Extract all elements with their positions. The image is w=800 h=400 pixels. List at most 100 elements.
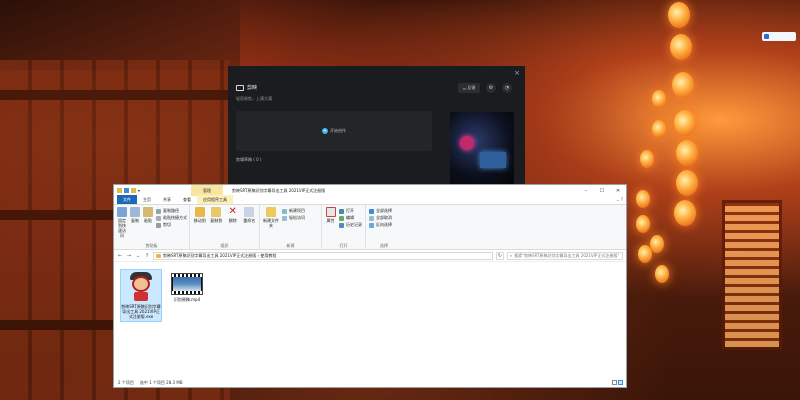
cut-button[interactable]: 剪切: [156, 222, 187, 228]
lantern-icon: [636, 215, 650, 233]
window-title: 剪映SRT原稿识别字幕导出工具 2021VIP正式注册版: [232, 188, 326, 193]
properties-icon: [325, 207, 336, 217]
feedback-button[interactable]: ▭ 反馈: [458, 83, 480, 93]
group-label-organize: 组织: [220, 243, 229, 248]
tab-home[interactable]: 主页: [137, 195, 157, 204]
new-item-button[interactable]: 新建项目: [282, 208, 305, 214]
edit-button[interactable]: 编辑: [339, 215, 362, 221]
item-count: 2 个项目: [118, 379, 134, 385]
back-arrow-icon[interactable]: ←: [117, 253, 123, 259]
details-view-icon[interactable]: [612, 380, 617, 385]
select-all-button[interactable]: 全部选择: [369, 208, 392, 214]
account-icon[interactable]: ◔: [502, 83, 512, 93]
invert-selection-icon: [369, 222, 374, 228]
help-icon[interactable]: ⌄ ?: [616, 197, 623, 202]
start-create-button[interactable]: + 开始创作: [236, 111, 432, 151]
open-icon: [339, 208, 344, 214]
app-brand: 剪映: [236, 84, 257, 91]
select-all-label: 全部选择: [376, 208, 392, 213]
new-folder-icon[interactable]: [131, 188, 136, 193]
recent-chevron-icon[interactable]: ⌄: [135, 253, 141, 259]
lantern-icon: [652, 120, 666, 138]
address-bar: ← → ⌄ ↑ 剪映SRT原稿识别字幕导出工具 2021VIP正式注册版 › 使…: [114, 250, 626, 262]
video-file-icon: [171, 273, 203, 295]
promo-thumbnail[interactable]: [450, 112, 514, 184]
qat-dropdown-icon[interactable]: ▾: [138, 188, 140, 193]
path-box[interactable]: 剪映SRT原稿识别字幕导出工具 2021VIP正式注册版 › 使用教程: [153, 251, 493, 260]
ribbon: 固定到快速访问 复制 粘贴 复制路径 粘贴快捷方式 剪切 剪贴板 移动到 复制到…: [114, 205, 626, 250]
history-button[interactable]: 历史记录: [339, 222, 362, 228]
lantern-icon: [638, 245, 652, 263]
open-button[interactable]: 打开: [339, 208, 362, 214]
easy-access-button[interactable]: 轻松访问: [282, 215, 305, 221]
lantern-icon: [676, 170, 698, 196]
lantern-icon: [636, 190, 650, 208]
copy-to-icon: [211, 207, 222, 217]
copy-path-label: 复制路径: [163, 208, 179, 213]
search-box[interactable]: ⌕ 搜索"剪映SRT原稿识别字幕导出工具 2021VIP正式注册版": [507, 251, 623, 260]
lantern-icon: [655, 265, 669, 283]
select-all-icon: [369, 208, 374, 214]
up-arrow-icon[interactable]: ↑: [144, 253, 150, 259]
tab-file[interactable]: 文件: [117, 195, 137, 204]
lantern-icon: [668, 2, 690, 28]
video-editor-window: × 剪映 轻而易剪，上满大满 ▭ 反馈 ⚙ ◔ + 开始创作 剪辑草稿 ( 0 …: [228, 66, 525, 184]
app-logo-icon: [236, 84, 244, 91]
lantern-icon: [674, 110, 696, 136]
lantern-icon: [672, 72, 694, 98]
group-label-clipboard: 剪贴板: [145, 243, 158, 248]
select-none-button[interactable]: 全部取消: [369, 215, 392, 221]
group-organize: 移动到 复制到 ✕ 删除 重命名 组织: [190, 205, 260, 250]
tab-share[interactable]: 共享: [157, 195, 177, 204]
lantern-icon: [674, 200, 696, 226]
start-create-label: 开始创作: [330, 128, 346, 133]
tab-app-tools[interactable]: 应用程序工具: [197, 195, 233, 204]
open-label: 打开: [346, 208, 354, 213]
tray-badge[interactable]: [762, 32, 796, 41]
properties-icon[interactable]: [124, 188, 129, 193]
group-label-select: 选择: [380, 243, 388, 248]
forward-arrow-icon[interactable]: →: [126, 253, 132, 259]
group-new: 新建文件夹 新建项目 轻松访问 新建: [260, 205, 322, 250]
plus-icon: +: [322, 128, 328, 134]
cut-icon: [156, 222, 161, 228]
folder-icon: [156, 253, 161, 258]
history-icon: [339, 222, 344, 228]
delete-icon: ✕: [228, 206, 237, 217]
app-brand-name: 剪映: [247, 85, 258, 91]
search-placeholder: 搜索"剪映SRT原稿识别字幕导出工具 2021VIP正式注册版": [514, 252, 620, 258]
copy-path-button[interactable]: 复制路径: [156, 208, 187, 214]
app-slogan: 轻而易剪，上满大满: [236, 96, 272, 101]
delete-label: 删除: [228, 218, 237, 223]
easy-access-label: 轻松访问: [289, 215, 305, 220]
refresh-icon[interactable]: ↻: [496, 251, 504, 260]
selection-info: 选中 1 个项目 28.3 MB: [139, 379, 183, 385]
group-clipboard: 固定到快速访问 复制 粘贴 复制路径 粘贴快捷方式 剪切 剪贴板: [114, 205, 190, 250]
file-item-mp4[interactable]: 识别原稿.mp4: [166, 269, 208, 302]
paste-icon: [143, 207, 153, 217]
large-icons-view-icon[interactable]: [618, 380, 623, 385]
tab-view[interactable]: 查看: [177, 195, 197, 204]
lantern-icon: [650, 235, 664, 253]
close-icon[interactable]: ×: [514, 69, 520, 77]
maximize-button[interactable]: ☐: [594, 185, 610, 196]
app-exe-icon: [126, 272, 156, 302]
invert-selection-button[interactable]: 反向选择: [369, 222, 392, 228]
drafts-heading: 剪辑草稿 ( 0 ): [236, 157, 262, 162]
new-item-label: 新建项目: [289, 208, 305, 213]
properties-label: 属性: [326, 218, 335, 223]
lantern-icon: [676, 140, 698, 166]
file-item-exe[interactable]: 剪映SRT原稿识别字幕导出工具 2021VIP正式注册版.exe: [120, 269, 162, 322]
file-name: 剪映SRT原稿识别字幕导出工具 2021VIP正式注册版.exe: [121, 304, 161, 319]
group-label-new: 新建: [286, 243, 295, 248]
ribbon-tabs: 文件 主页 共享 查看 应用程序工具 ⌄ ?: [114, 195, 626, 205]
move-to-icon: [194, 207, 205, 217]
settings-gear-icon[interactable]: ⚙: [486, 83, 496, 93]
minimize-button[interactable]: –: [578, 185, 594, 196]
breadcrumb: 剪映SRT原稿识别字幕导出工具 2021VIP正式注册版 › 使用教程: [163, 252, 277, 258]
paste-shortcut-button[interactable]: 粘贴快捷方式: [156, 215, 187, 221]
close-button[interactable]: ✕: [610, 185, 626, 196]
file-list: 剪映SRT原稿识别字幕导出工具 2021VIP正式注册版.exe 识别原稿.mp…: [114, 262, 626, 375]
thumbnail-figure: [460, 136, 474, 150]
rename-icon: [244, 207, 255, 217]
